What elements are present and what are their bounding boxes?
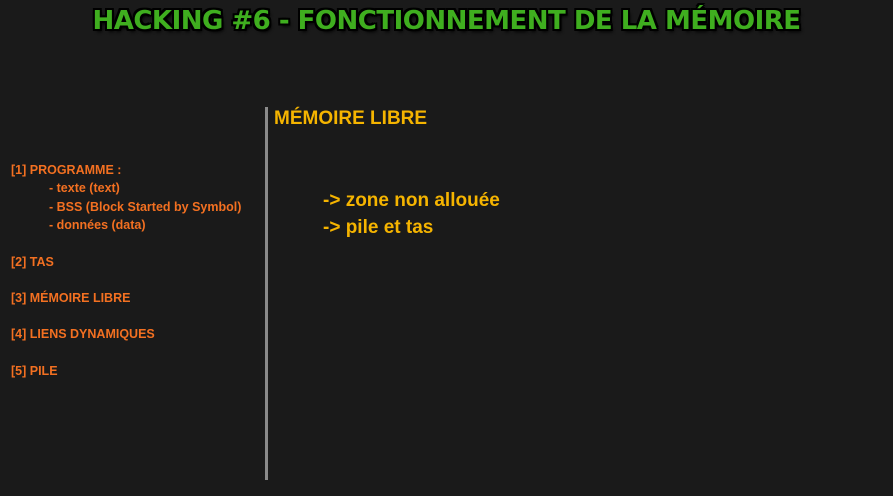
- toc-item-liens-dynamiques: [4] LIENS DYNAMIQUES: [11, 327, 155, 341]
- toc-subitem-text: - texte (text): [49, 181, 120, 195]
- toc-subitem-bss: - BSS (Block Started by Symbol): [49, 200, 242, 214]
- section-title: MÉMOIRE LIBRE: [274, 108, 428, 129]
- toc-subitem-data: - données (data): [49, 218, 146, 232]
- bullet-zone-non-allouee: -> zone non allouée: [323, 190, 500, 211]
- slide-title: HACKING #6 - FONCTIONNEMENT DE LA MÉMOIR…: [92, 6, 801, 36]
- vertical-divider: [265, 107, 268, 480]
- bullet-pile-et-tas: -> pile et tas: [323, 217, 434, 238]
- toc-item-tas: [2] TAS: [11, 255, 54, 269]
- toc-item-memoire-libre: [3] MÉMOIRE LIBRE: [11, 291, 131, 305]
- toc-item-pile: [5] PILE: [11, 364, 58, 378]
- toc-item-programme: [1] PROGRAMME :: [11, 163, 122, 177]
